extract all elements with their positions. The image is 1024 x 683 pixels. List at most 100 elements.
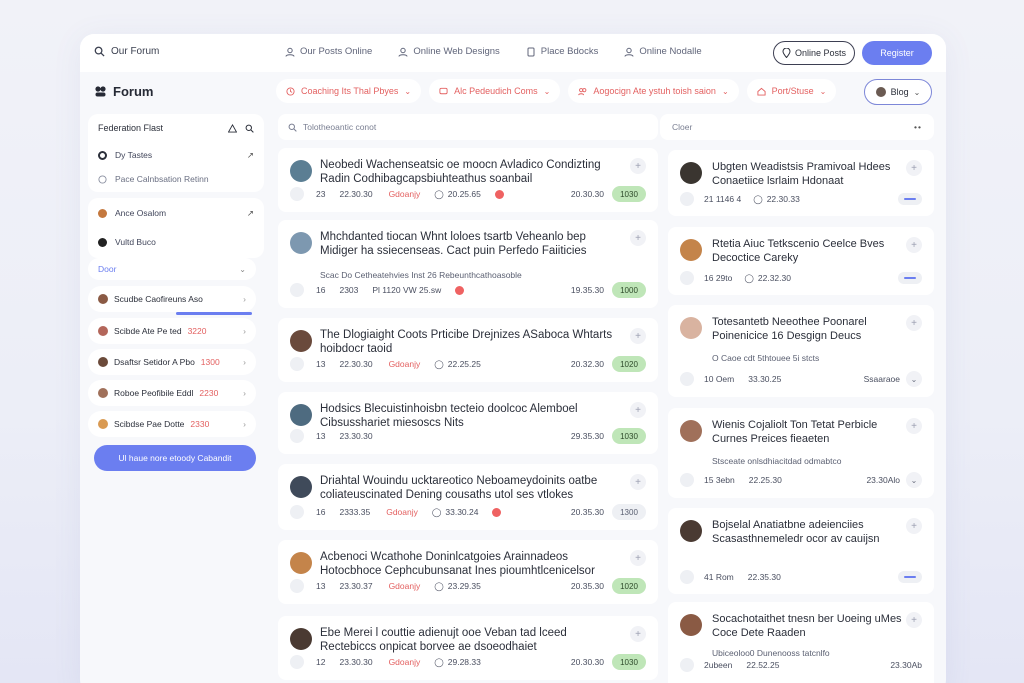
chevron-down-icon[interactable]: ⌄ [906, 472, 922, 488]
side-post-title[interactable]: Rtetia Aiuc Tetkscenio Ceelce Bves Decoc… [712, 237, 902, 265]
like-icon[interactable] [290, 283, 304, 297]
side-post-title[interactable]: Wienis Cojaliolt Ton Tetat Perbicle Curn… [712, 418, 902, 446]
filter-chip-3[interactable]: Aogocign Ate ystuh toish saion ⌄ [568, 79, 739, 103]
chevron-down-icon[interactable]: ⌄ [906, 371, 922, 387]
post-title[interactable]: Ebe Merei l couttie adienujt ooe Veban t… [320, 626, 620, 654]
plus-icon[interactable]: + [630, 328, 646, 344]
register-button[interactable]: Register [862, 41, 932, 65]
plus-icon[interactable]: + [906, 518, 922, 534]
like-icon[interactable] [290, 429, 304, 443]
side-post-title[interactable]: Totesantetb Neeothee Poonarel Poinenicic… [712, 315, 902, 343]
post-card[interactable]: Hodsics Blecuistinhoisbn tecteio doolcoc… [278, 392, 658, 454]
alert-dot [494, 189, 504, 199]
top-nav-item-2[interactable]: Online Web Designs [398, 46, 500, 57]
brand[interactable]: Our Forum [94, 46, 159, 57]
top-nav-item-1[interactable]: Our Posts Online [285, 46, 372, 57]
sidebar-row-tastes[interactable]: Dy Tastes ↗ [88, 142, 264, 168]
blog-button[interactable]: Blog ⌄ [864, 79, 932, 105]
more-icon[interactable]: •• [914, 122, 922, 132]
like-icon[interactable] [680, 372, 694, 386]
like-icon[interactable] [290, 505, 304, 519]
side-post-card[interactable]: Ubgten Weadistsis Pramivoal Hdees Conaet… [668, 150, 934, 216]
plus-icon[interactable]: + [630, 230, 646, 246]
progress-pill[interactable] [898, 193, 922, 205]
like-icon[interactable] [290, 187, 304, 201]
like-icon[interactable] [680, 658, 694, 672]
post-card[interactable]: The Dlogiaight Coots Prticibe Drejnizes … [278, 318, 658, 382]
post-card[interactable]: Acbenoci Wcathohe Doninlcatgoies Arainna… [278, 540, 658, 604]
progress-pill[interactable] [898, 571, 922, 583]
post-card[interactable]: Driahtal Wouindu ucktareotico Neboameydo… [278, 464, 658, 530]
post-title[interactable]: Neobedi Wachenseatsic oe moocn Avladico … [320, 158, 620, 186]
plus-icon[interactable]: + [630, 550, 646, 566]
search-input[interactable]: Tolotheoantic conot [303, 122, 376, 132]
post-title[interactable]: Hodsics Blecuistinhoisbn tecteio doolcoc… [320, 402, 620, 430]
warning-icon[interactable] [228, 123, 237, 133]
cta-button[interactable]: Ul haue nore etoody Cabandit [94, 445, 256, 471]
sidebar-item-5[interactable]: Scibdse Pae Dotte 2330 › [88, 411, 256, 437]
like-icon[interactable] [680, 570, 694, 584]
count-badge[interactable]: 1000 [612, 282, 646, 298]
sidebar-item-4[interactable]: Roboe Peofibile Eddl 2230 › [88, 380, 256, 406]
like-icon[interactable] [290, 655, 304, 669]
search-bar[interactable]: Tolotheoantic conot [278, 114, 658, 140]
like-icon[interactable] [680, 192, 694, 206]
like-icon[interactable] [290, 579, 304, 593]
top-nav-item-3[interactable]: Place Bdocks [526, 46, 598, 57]
count-badge[interactable]: 1030 [612, 428, 646, 444]
top-bar: Our Forum Our Posts Online Online Web De… [80, 34, 946, 72]
post-card[interactable]: Neobedi Wachenseatsic oe moocn Avladico … [278, 148, 658, 212]
plus-icon[interactable]: + [906, 160, 922, 176]
progress-pill[interactable] [898, 272, 922, 284]
post-card[interactable]: Mhchdanted tiocan Whnt loloes tsartb Veh… [278, 220, 658, 308]
chevron-down-icon: ⌄ [239, 264, 246, 274]
post-card[interactable]: Ebe Merei l couttie adienujt ooe Veban t… [278, 616, 658, 680]
count-badge[interactable]: 1020 [612, 356, 646, 372]
count-badge[interactable]: 1020 [612, 578, 646, 594]
plus-icon[interactable]: + [906, 315, 922, 331]
like-icon[interactable] [680, 271, 694, 285]
like-icon[interactable] [290, 357, 304, 371]
side-post-title[interactable]: Socachotaithet tnesn ber Uoeing uMes Coc… [712, 612, 902, 640]
location-pin-icon [782, 48, 791, 58]
plus-icon[interactable]: + [906, 418, 922, 434]
online-posts-button[interactable]: Online Posts [773, 41, 855, 65]
plus-icon[interactable]: + [630, 402, 646, 418]
count-badge[interactable]: 1300 [612, 504, 646, 520]
side-post-card[interactable]: Bojselal Anatiatbne adeienciies Scasasth… [668, 508, 934, 594]
side-post-card[interactable]: Totesantetb Neeothee Poonarel Poinenicic… [668, 305, 934, 397]
sidebar-row-ance[interactable]: Ance Osalom ↗ [88, 198, 264, 228]
right-panel-header[interactable]: Cloer •• [660, 114, 934, 140]
like-icon[interactable] [680, 473, 694, 487]
plus-icon[interactable]: + [630, 158, 646, 174]
filter-chip-1[interactable]: Coaching Its Thal Pbyes ⌄ [276, 79, 422, 103]
side-post-card[interactable]: Wienis Cojaliolt Ton Tetat Perbicle Curn… [668, 408, 934, 498]
count-badge[interactable]: 1030 [612, 654, 646, 670]
count-badge[interactable]: 1030 [612, 186, 646, 202]
sidebar-item-1[interactable]: Scudbe Caofireuns Aso › [88, 286, 256, 312]
search-icon[interactable] [245, 124, 254, 133]
sidebar-item-3[interactable]: Dsaftsr Setidor A Pbo 1300 › [88, 349, 256, 375]
sidebar-subrow[interactable]: Pace Calnbsation Retinn [88, 168, 264, 190]
side-post-title[interactable]: Ubgten Weadistsis Pramivoal Hdees Conaet… [712, 160, 902, 188]
filter-chip-4[interactable]: Port/Stuse ⌄ [746, 79, 837, 103]
sidebar-card-top: Federation Flast Dy Tastes ↗ Pace Calnbs… [88, 114, 264, 192]
plus-icon[interactable]: + [630, 474, 646, 490]
side-post-card[interactable]: Socachotaithet tnesn ber Uoeing uMes Coc… [668, 602, 934, 683]
sidebar-section-header[interactable]: Door ⌄ [88, 258, 256, 280]
filter-chip-2[interactable]: Alc Pedeudich Coms ⌄ [429, 79, 561, 103]
post-title[interactable]: Acbenoci Wcathohe Doninlcatgoies Arainna… [320, 550, 620, 578]
plus-icon[interactable]: + [906, 612, 922, 628]
sidebar-item-2[interactable]: Scibde Ate Pe ted 3220 › [88, 318, 256, 344]
search-icon [288, 123, 297, 132]
plus-icon[interactable]: + [906, 237, 922, 253]
chevron-icon: ↗ [246, 207, 254, 218]
side-post-title[interactable]: Bojselal Anatiatbne adeienciies Scasasth… [712, 518, 902, 546]
side-post-card[interactable]: Rtetia Aiuc Tetkscenio Ceelce Bves Decoc… [668, 227, 934, 295]
post-title[interactable]: The Dlogiaight Coots Prticibe Drejnizes … [320, 328, 620, 356]
sidebar-row-vultd[interactable]: Vultd Buco [88, 228, 264, 256]
post-title[interactable]: Mhchdanted tiocan Whnt loloes tsartb Veh… [320, 230, 620, 258]
top-nav-item-4[interactable]: Online Nodalle [624, 46, 702, 57]
post-title[interactable]: Driahtal Wouindu ucktareotico Neboameydo… [320, 474, 620, 502]
plus-icon[interactable]: + [630, 626, 646, 642]
